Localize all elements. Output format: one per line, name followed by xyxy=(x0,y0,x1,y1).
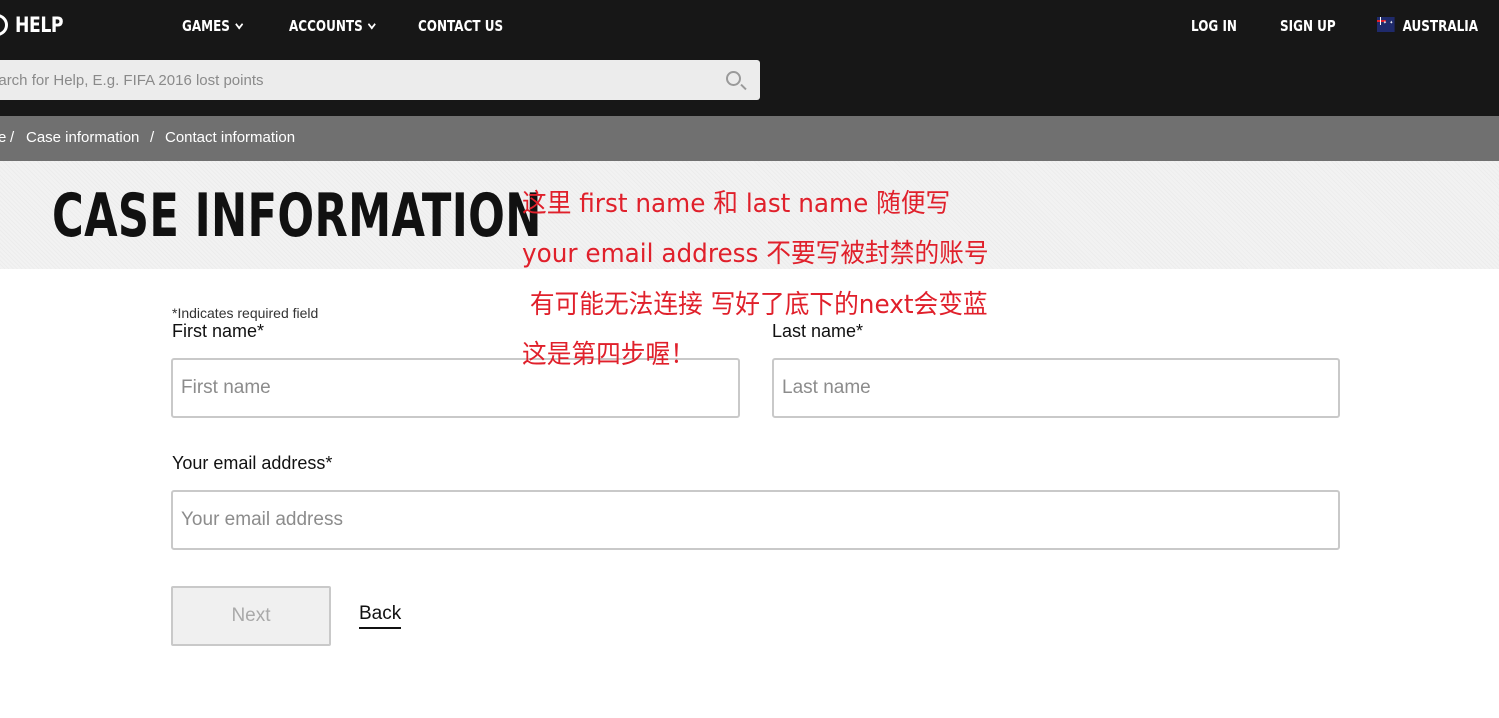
search-icon[interactable] xyxy=(726,71,741,86)
page-title: CASE INFORMATION xyxy=(52,181,542,251)
email-field[interactable] xyxy=(171,490,1340,550)
signup-label: SIGN UP xyxy=(1280,17,1336,35)
breadcrumb-separator: / xyxy=(150,129,155,146)
annotation-line-2: your email address 不要写被封禁的账号 xyxy=(522,239,989,269)
chevron-down-icon xyxy=(235,19,244,29)
brand-logo[interactable]: HELP xyxy=(0,10,74,40)
brand-text: HELP xyxy=(15,13,64,37)
annotation-line-3: 有可能无法连接 写好了底下的next会变蓝 xyxy=(522,290,988,320)
region-label: AUSTRALIA xyxy=(1402,17,1479,35)
australia-flag-icon xyxy=(1377,16,1395,32)
region-selector[interactable]: AUSTRALIA xyxy=(1377,16,1478,36)
email-label: Your email address* xyxy=(172,453,333,473)
breadcrumb-item-case-information[interactable]: Case information xyxy=(26,129,139,146)
last-name-field[interactable] xyxy=(772,358,1340,418)
first-name-label: First name* xyxy=(172,321,265,341)
nav-contact-us[interactable]: CONTACT US xyxy=(418,16,503,36)
nav-accounts[interactable]: ACCOUNTS xyxy=(289,16,376,36)
next-button[interactable]: Next xyxy=(171,586,331,646)
login-label: LOG IN xyxy=(1191,17,1237,35)
nav-accounts-label: ACCOUNTS xyxy=(289,17,363,35)
back-link[interactable]: Back xyxy=(359,604,402,629)
chevron-down-icon xyxy=(367,19,376,29)
nav-games-label: GAMES xyxy=(182,17,230,35)
breadcrumb-separator: / xyxy=(10,129,15,146)
signup-link[interactable]: SIGN UP xyxy=(1280,16,1336,36)
breadcrumb-item-home[interactable]: e xyxy=(0,129,6,146)
required-field-note: *Indicates required field xyxy=(172,305,319,321)
search-input[interactable] xyxy=(0,60,700,100)
nav-games[interactable]: GAMES xyxy=(182,16,244,36)
last-name-label: Last name* xyxy=(772,321,864,341)
breadcrumb: e / Case information / Contact informati… xyxy=(0,116,1499,161)
logo-icon xyxy=(0,14,8,36)
annotation-line-1: 这里 first name 和 last name 随便写 xyxy=(522,189,951,219)
login-link[interactable]: LOG IN xyxy=(1191,16,1237,36)
breadcrumb-item-contact-information: Contact information xyxy=(165,129,296,146)
search-bar xyxy=(0,60,760,100)
annotation-line-4: 这是第四步喔！ xyxy=(522,340,695,370)
top-navigation-bar: HELP GAMES ACCOUNTS CONTACT US LOG IN SI… xyxy=(0,0,1499,116)
nav-contact-label: CONTACT US xyxy=(418,17,504,35)
